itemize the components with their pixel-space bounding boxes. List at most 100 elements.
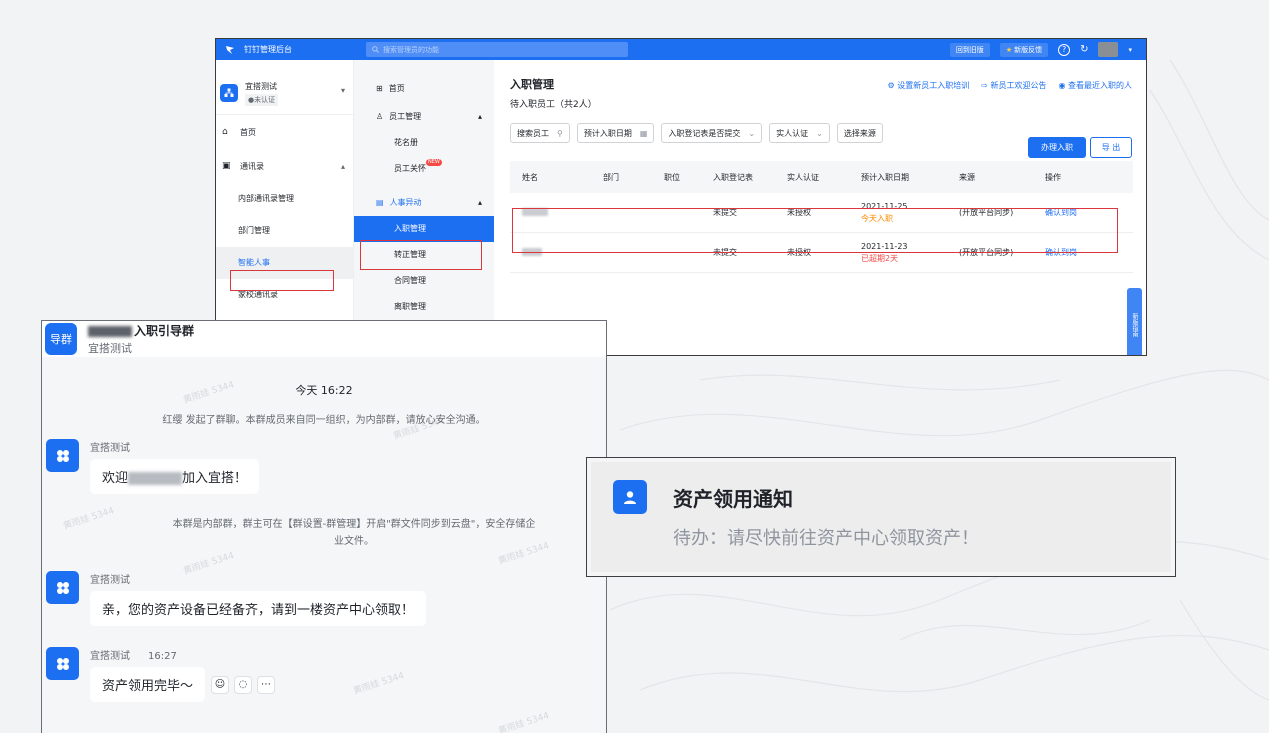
org-status-badge: ●未认证 bbox=[245, 93, 279, 106]
watermark: 黄雨娃 5344 bbox=[497, 711, 551, 733]
back-to-old-button[interactable]: 回到旧版 bbox=[949, 42, 990, 57]
notification-body: 资产领用通知 待办：请尽快前往资产中心领取资产！ bbox=[591, 462, 1171, 572]
app-logo-icon bbox=[56, 657, 69, 670]
redacted-text bbox=[128, 472, 183, 485]
sender-avatar bbox=[46, 571, 79, 604]
asset-notification-card[interactable]: 资产领用通知 待办：请尽快前往资产中心领取资产！ bbox=[586, 457, 1176, 577]
highlight-box-row bbox=[512, 208, 1118, 253]
contacts-icon: ▣ bbox=[222, 161, 231, 171]
sidebar2-item-contract[interactable]: 合同管理 bbox=[354, 268, 494, 294]
org-name: 宜搭测试 bbox=[245, 81, 277, 91]
export-button[interactable]: 导 出 bbox=[1090, 137, 1132, 158]
secondary-sidebar: ⊞ 首页 ♙ 员工管理 ▴ 花名册 员工关怀 NEW ▤ 人事异动 ▴ 入职管理 转正管理 … bbox=[354, 60, 494, 355]
process-onboarding-button[interactable]: 办理入职 bbox=[1028, 137, 1086, 158]
app-title: 钉钉管理后台 bbox=[244, 45, 292, 54]
message-bubble[interactable]: 亲，您的资产设备已经备齐，请到一楼资产中心领取！ bbox=[90, 591, 427, 626]
chevron-up-icon: ▴ bbox=[477, 111, 482, 121]
col-name: 姓名 bbox=[522, 172, 538, 182]
col-auth: 实人认证 bbox=[787, 172, 819, 182]
col-action: 操作 bbox=[1045, 172, 1061, 182]
system-message: 红缨 发起了群聊。本群成员来自同一组织，为内部群，请放心安全沟通。 bbox=[162, 415, 486, 426]
chat-timestamp: 今天 16:22 bbox=[295, 384, 353, 397]
highlight-box-onboarding bbox=[360, 240, 482, 270]
more-icon[interactable]: ⋯ bbox=[257, 675, 276, 694]
user-avatar[interactable] bbox=[1098, 42, 1119, 57]
sidebar2-item-hr-change[interactable]: ▤ 人事异动 ▴ bbox=[354, 188, 494, 216]
sidebar2-item-resignation[interactable]: 离职管理 bbox=[354, 294, 494, 320]
refresh-icon[interactable]: ↻ bbox=[1080, 44, 1088, 55]
welcome-link[interactable]: ⇨ 新员工欢迎公告 bbox=[981, 80, 1046, 91]
app-logo-icon bbox=[56, 449, 69, 462]
notification-text: 待办：请尽快前往资产中心领取资产！ bbox=[673, 528, 979, 549]
app-logo-icon bbox=[56, 581, 69, 594]
document-icon: ▤ bbox=[376, 197, 384, 207]
chevron-down-icon: ⌄ bbox=[748, 128, 756, 138]
message-bubble[interactable]: 资产领用完毕～ bbox=[90, 667, 206, 702]
group-avatar: 导群 bbox=[45, 323, 77, 355]
chat-title: 入职引导群 bbox=[88, 322, 194, 339]
recent-link[interactable]: ◉ 查看最近入职的人 bbox=[1058, 80, 1132, 91]
sidebar-item-home[interactable]: ⌂ 首页 bbox=[216, 115, 353, 149]
feedback-button[interactable]: ★ 新版反馈 bbox=[999, 42, 1049, 57]
form-submitted-filter[interactable]: 入职登记表是否提交 ⌄ bbox=[661, 123, 763, 143]
sidebar2-item-staff-care[interactable]: 员工关怀 NEW bbox=[354, 156, 494, 182]
sidebar-item-dept-manage[interactable]: 部门管理 bbox=[216, 215, 353, 247]
date-note: 已超期2天 bbox=[861, 253, 899, 263]
col-date: 预计入职日期 bbox=[861, 172, 909, 182]
sender-avatar bbox=[46, 647, 79, 680]
date-filter[interactable]: 预计入职日期 ▦ bbox=[576, 123, 655, 143]
chat-subtitle: 宜搭测试 bbox=[88, 342, 132, 355]
message-time: 16:27 bbox=[148, 651, 177, 662]
sidebar-item-contacts[interactable]: ▣ 通讯录 ▴ bbox=[216, 149, 353, 183]
chevron-up-icon: ▴ bbox=[477, 197, 482, 207]
training-link[interactable]: ⚙ 设置新员工入职培训 bbox=[888, 80, 970, 91]
chat-message: 宜搭测试 欢迎 加入宜搭！ bbox=[46, 439, 260, 494]
chat-header: 导群 入职引导群 宜搭测试 bbox=[42, 321, 606, 357]
system-message: 本群是内部群，群主可在【群设置-群管理】开启"群文件同步到云盘"，安全存储企业文… bbox=[172, 519, 536, 547]
primary-sidebar: 宜搭测试 ●未认证 ▾ ⌂ 首页 ▣ 通讯录 ▴ 内部通讯录管理 部门管理 智能人事 … bbox=[216, 60, 354, 355]
source-filter[interactable]: 选择来源 bbox=[836, 123, 883, 143]
top-search-input[interactable]: 搜索管理员的功能 bbox=[366, 42, 628, 57]
org-switcher[interactable]: 宜搭测试 ●未认证 ▾ bbox=[216, 60, 353, 115]
grid-icon: ⊞ bbox=[376, 83, 383, 93]
person-card-icon bbox=[613, 480, 647, 514]
search-icon: ⚲ bbox=[557, 128, 563, 138]
chat-message: 宜搭测试 亲，您的资产设备已经备齐，请到一楼资产中心领取！ bbox=[46, 571, 427, 626]
col-source: 来源 bbox=[959, 172, 975, 182]
chevron-down-icon[interactable]: ▾ bbox=[1128, 46, 1132, 54]
sender-name: 宜搭测试 16:27 bbox=[90, 651, 177, 662]
new-guide-tab[interactable]: 新版指南 bbox=[1127, 288, 1142, 355]
search-staff-input[interactable]: 搜索员工 ⚲ bbox=[510, 123, 570, 143]
sidebar2-item-home[interactable]: ⊞ 首页 bbox=[354, 74, 494, 102]
sidebar2-item-onboarding[interactable]: 入职管理 bbox=[354, 216, 494, 242]
admin-console-window: 钉钉管理后台 搜索管理员的功能 回到旧版 ★ 新版反馈 ? ↻ ▾ 宜搭测试 ●未… bbox=[215, 38, 1147, 356]
highlight-box-smart-hr bbox=[230, 270, 334, 291]
chevron-up-icon: ▴ bbox=[340, 161, 345, 171]
col-dept: 部门 bbox=[603, 172, 619, 182]
chevron-down-icon[interactable]: ▾ bbox=[341, 86, 345, 95]
sidebar2-item-staff-manage[interactable]: ♙ 员工管理 ▴ bbox=[354, 102, 494, 130]
header-links: ⚙ 设置新员工入职培训 ⇨ 新员工欢迎公告 ◉ 查看最近入职的人 bbox=[888, 80, 1133, 91]
emoji-icon[interactable]: ☺ bbox=[211, 675, 230, 694]
help-icon[interactable]: ? bbox=[1058, 43, 1071, 56]
chat-message: 宜搭测试 16:27 资产领用完毕～ ☺ ◌ ⋯ bbox=[46, 647, 276, 702]
calendar-icon: ▦ bbox=[639, 128, 648, 138]
star-icon: ★ bbox=[1005, 45, 1013, 54]
col-form: 入职登记表 bbox=[713, 172, 753, 182]
sender-name: 宜搭测试 bbox=[90, 575, 130, 586]
admin-top-bar: 钉钉管理后台 搜索管理员的功能 回到旧版 ★ 新版反馈 ? ↻ ▾ bbox=[216, 39, 1146, 60]
sender-name: 宜搭测试 bbox=[90, 443, 130, 454]
new-badge: NEW bbox=[426, 159, 442, 166]
real-auth-filter[interactable]: 实人认证 ⌄ bbox=[769, 123, 830, 143]
org-icon bbox=[220, 84, 238, 102]
message-bubble[interactable]: 欢迎 加入宜搭！ bbox=[90, 459, 260, 494]
notification-title: 资产领用通知 bbox=[673, 487, 793, 511]
search-icon bbox=[372, 46, 379, 53]
col-position: 职位 bbox=[664, 172, 680, 182]
reply-icon[interactable]: ◌ bbox=[234, 675, 253, 694]
sidebar-item-internal-contacts[interactable]: 内部通讯录管理 bbox=[216, 183, 353, 215]
group-chat-window: 导群 入职引导群 宜搭测试 黄雨娃 5344 黄雨娃 5344 黄雨娃 5344… bbox=[41, 320, 607, 733]
sidebar2-item-roster[interactable]: 花名册 bbox=[354, 130, 494, 156]
person-icon: ♙ bbox=[376, 111, 384, 121]
home-icon: ⌂ bbox=[222, 127, 228, 137]
